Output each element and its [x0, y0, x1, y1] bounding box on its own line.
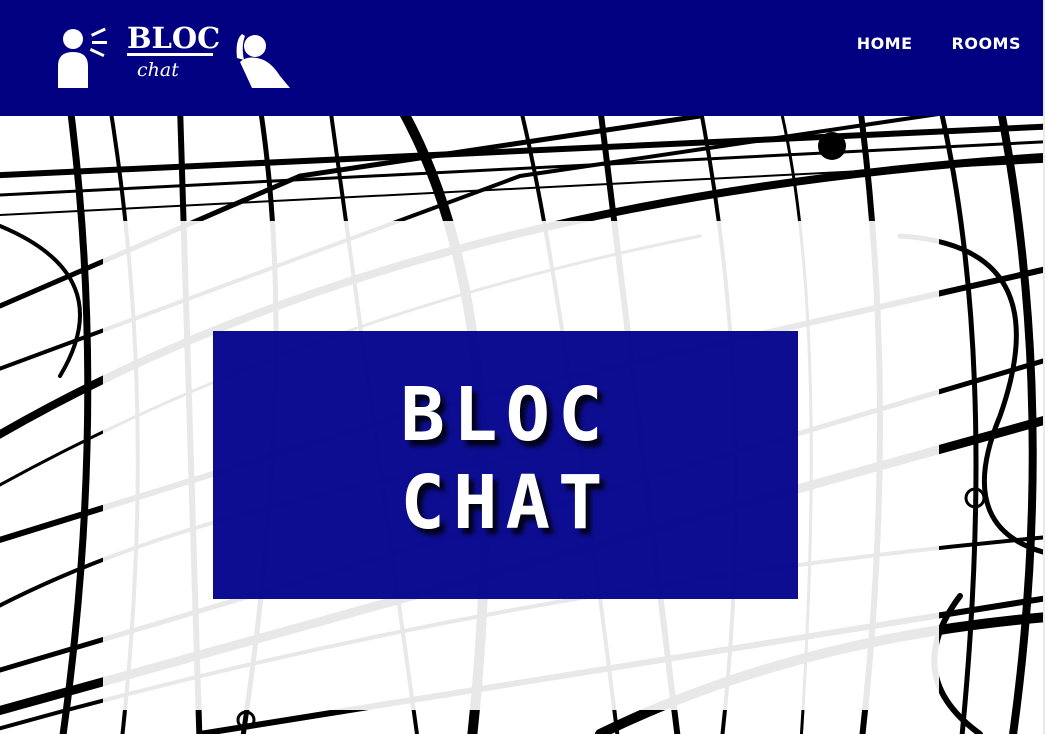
site-logo[interactable]: BLOC chat: [52, 18, 297, 92]
nav-rooms-link[interactable]: ROOMS: [952, 34, 1021, 53]
listening-person-icon: [236, 34, 290, 88]
navbar: BLOC chat HOME ROOMS: [0, 0, 1043, 116]
hero-section: BLOC CHAT: [0, 116, 1043, 734]
hero-title-line-1: BLOC: [400, 372, 611, 458]
logo-wordmark: BLOC chat: [127, 21, 220, 81]
hero-title-line-2: CHAT: [400, 460, 611, 546]
title-box: BLOC CHAT: [213, 331, 798, 599]
svg-text:BLOC: BLOC: [127, 21, 220, 55]
nav-links: HOME ROOMS: [857, 34, 1021, 53]
hero-panel: BLOC CHAT: [103, 221, 939, 710]
nav-home-link[interactable]: HOME: [857, 34, 913, 53]
speaking-person-icon: [58, 27, 107, 88]
hero-title: BLOC CHAT: [213, 371, 798, 547]
svg-text:chat: chat: [137, 59, 179, 81]
